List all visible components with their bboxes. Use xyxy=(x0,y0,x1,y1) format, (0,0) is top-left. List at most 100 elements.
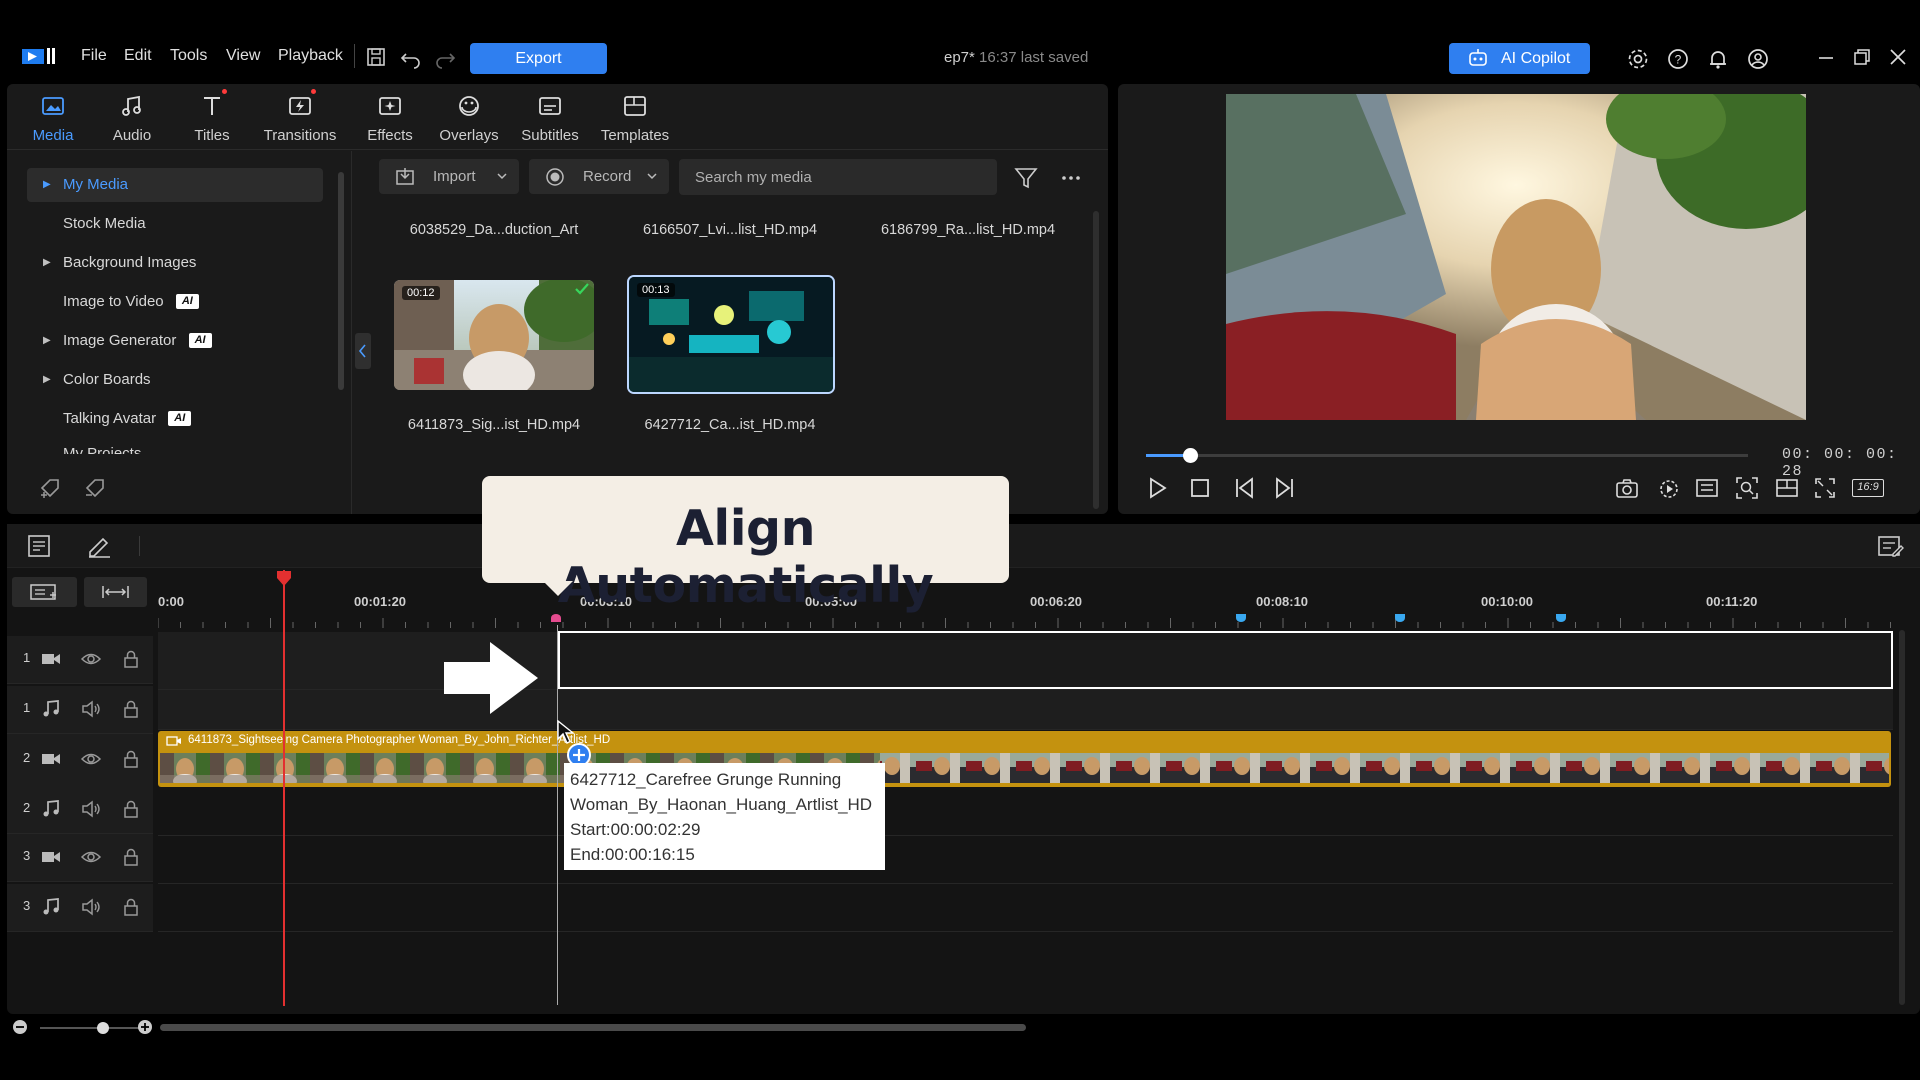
fit-timeline-button[interactable] xyxy=(84,577,147,607)
previous-frame-icon[interactable] xyxy=(1231,475,1257,501)
zoom-view-icon[interactable] xyxy=(1734,475,1760,501)
add-tag-icon[interactable] xyxy=(38,476,64,500)
eye-visibility-icon[interactable] xyxy=(80,846,102,868)
speaker-icon[interactable] xyxy=(80,698,102,720)
menu-playback[interactable]: Playback xyxy=(278,47,343,65)
track-row-video-3[interactable] xyxy=(158,836,1893,884)
more-options-icon[interactable] xyxy=(1060,166,1082,190)
timeline-horizontal-scrollbar[interactable] xyxy=(160,1024,1026,1031)
sidebar-item-color-boards[interactable]: ▶ Color Boards xyxy=(27,363,323,397)
speaker-icon[interactable] xyxy=(80,798,102,820)
subtitle-toggle-icon[interactable] xyxy=(1694,475,1720,501)
next-frame-icon[interactable] xyxy=(1272,475,1298,501)
lock-icon[interactable] xyxy=(120,648,142,670)
zoom-slider-track[interactable] xyxy=(40,1027,140,1029)
add-track-button[interactable] xyxy=(12,577,77,607)
filter-icon[interactable] xyxy=(1014,166,1038,190)
tab-label: Templates xyxy=(600,127,670,144)
preview-seek-bar[interactable] xyxy=(1146,454,1748,457)
menu-edit[interactable]: Edit xyxy=(124,47,152,65)
menu-view[interactable]: View xyxy=(226,47,260,65)
settings-gear-icon[interactable] xyxy=(1626,47,1650,71)
marker-blue[interactable] xyxy=(1556,614,1566,622)
video-camera-icon xyxy=(40,748,62,770)
stop-icon[interactable] xyxy=(1187,475,1213,501)
tab-media[interactable]: Media xyxy=(16,84,90,150)
sidebar-item-image-to-video[interactable]: Image to Video AI xyxy=(27,285,323,319)
eye-visibility-icon[interactable] xyxy=(80,748,102,770)
notification-bell-icon[interactable] xyxy=(1706,47,1730,71)
sidebar-item-background-images[interactable]: ▶ Background Images xyxy=(27,246,323,280)
sidebar-scrollbar[interactable] xyxy=(338,172,344,390)
marker-pink[interactable] xyxy=(551,614,561,622)
video-clip-6411873[interactable]: 6411873_Sightseeing Camera Photographer … xyxy=(158,731,1891,787)
speaker-icon[interactable] xyxy=(80,896,102,918)
track-row-audio-2[interactable] xyxy=(158,788,1893,836)
media-thumbnail-6427712[interactable]: 00:13 xyxy=(627,275,835,394)
record-dropdown[interactable]: Record xyxy=(529,159,669,194)
sidebar-item-my-media[interactable]: ▶ My Media xyxy=(27,168,323,202)
minimize-icon[interactable] xyxy=(1816,47,1840,71)
lock-icon[interactable] xyxy=(120,798,142,820)
import-dropdown[interactable]: Import xyxy=(379,159,519,194)
account-icon[interactable] xyxy=(1746,47,1770,71)
tab-overlays[interactable]: Overlays xyxy=(429,84,509,150)
lock-icon[interactable] xyxy=(120,896,142,918)
preview-video-frame xyxy=(1226,94,1806,420)
tab-label: Overlays xyxy=(439,127,499,144)
sidebar-item-image-generator[interactable]: ▶ Image Generator AI xyxy=(27,324,323,358)
sidebar-item-talking-avatar[interactable]: Talking Avatar AI xyxy=(27,402,323,436)
close-icon[interactable] xyxy=(1888,47,1912,71)
tab-transitions[interactable]: Transitions xyxy=(254,84,346,150)
tab-titles[interactable]: Titles xyxy=(175,84,249,150)
lock-icon[interactable] xyxy=(120,748,142,770)
seek-handle[interactable] xyxy=(1183,448,1198,463)
timeline-settings-icon[interactable] xyxy=(1876,532,1904,560)
text-title-icon xyxy=(199,93,225,119)
tab-templates[interactable]: Templates xyxy=(595,84,675,150)
track-row-audio-1[interactable] xyxy=(158,690,1893,730)
zoom-in-icon[interactable] xyxy=(137,1019,153,1035)
pen-edit-icon[interactable] xyxy=(86,534,112,558)
media-thumbnail-6411873[interactable]: 00:12 xyxy=(394,280,594,390)
save-icon[interactable] xyxy=(365,46,389,70)
aspect-ratio-button[interactable]: 16:9 xyxy=(1852,475,1886,501)
lock-icon[interactable] xyxy=(120,698,142,720)
zoom-out-icon[interactable] xyxy=(12,1019,28,1035)
search-media-input[interactable] xyxy=(679,159,997,195)
undo-icon[interactable] xyxy=(400,47,424,71)
collapse-sidebar-button[interactable] xyxy=(355,333,371,369)
fullscreen-icon[interactable] xyxy=(1812,475,1838,501)
track-row-audio-3[interactable] xyxy=(158,884,1893,932)
lock-icon[interactable] xyxy=(120,846,142,868)
tab-audio[interactable]: Audio xyxy=(95,84,169,150)
ai-copilot-button[interactable]: AI Copilot xyxy=(1449,43,1590,74)
marker-blue[interactable] xyxy=(1236,614,1246,622)
playhead-handle[interactable] xyxy=(275,570,293,588)
help-icon[interactable]: ? xyxy=(1666,47,1690,71)
playhead-line[interactable] xyxy=(283,570,285,1006)
zoom-slider-handle[interactable] xyxy=(97,1022,109,1034)
remove-tag-icon[interactable] xyxy=(83,476,109,500)
tab-subtitles[interactable]: Subtitles xyxy=(510,84,590,150)
tab-effects[interactable]: Effects xyxy=(353,84,427,150)
restore-icon[interactable] xyxy=(1852,47,1876,71)
sidebar-item-my-projects[interactable]: My Projects xyxy=(27,437,323,454)
project-name: ep7* xyxy=(944,49,975,66)
render-preview-icon[interactable] xyxy=(1656,475,1682,501)
play-icon[interactable] xyxy=(1144,475,1170,501)
media-scrollbar[interactable] xyxy=(1093,211,1099,509)
snapshot-camera-icon[interactable] xyxy=(1614,475,1640,501)
export-button[interactable]: Export xyxy=(470,43,607,74)
redo-icon[interactable] xyxy=(434,47,458,71)
menu-file[interactable]: File xyxy=(81,47,107,65)
marker-blue[interactable] xyxy=(1395,614,1405,622)
sidebar-item-stock-media[interactable]: Stock Media xyxy=(27,207,323,241)
menu-tools[interactable]: Tools xyxy=(170,47,207,65)
timeline-ruler[interactable]: 0:00 00:01:20 00:03:10 00:05:00 00:06:20… xyxy=(158,570,1893,630)
eye-visibility-icon[interactable] xyxy=(80,648,102,670)
layout-icon[interactable] xyxy=(1774,475,1800,501)
clip-drop-target[interactable] xyxy=(558,631,1893,689)
timeline-tools-icon[interactable] xyxy=(26,533,52,559)
timeline-vertical-scrollbar[interactable] xyxy=(1899,630,1905,1005)
